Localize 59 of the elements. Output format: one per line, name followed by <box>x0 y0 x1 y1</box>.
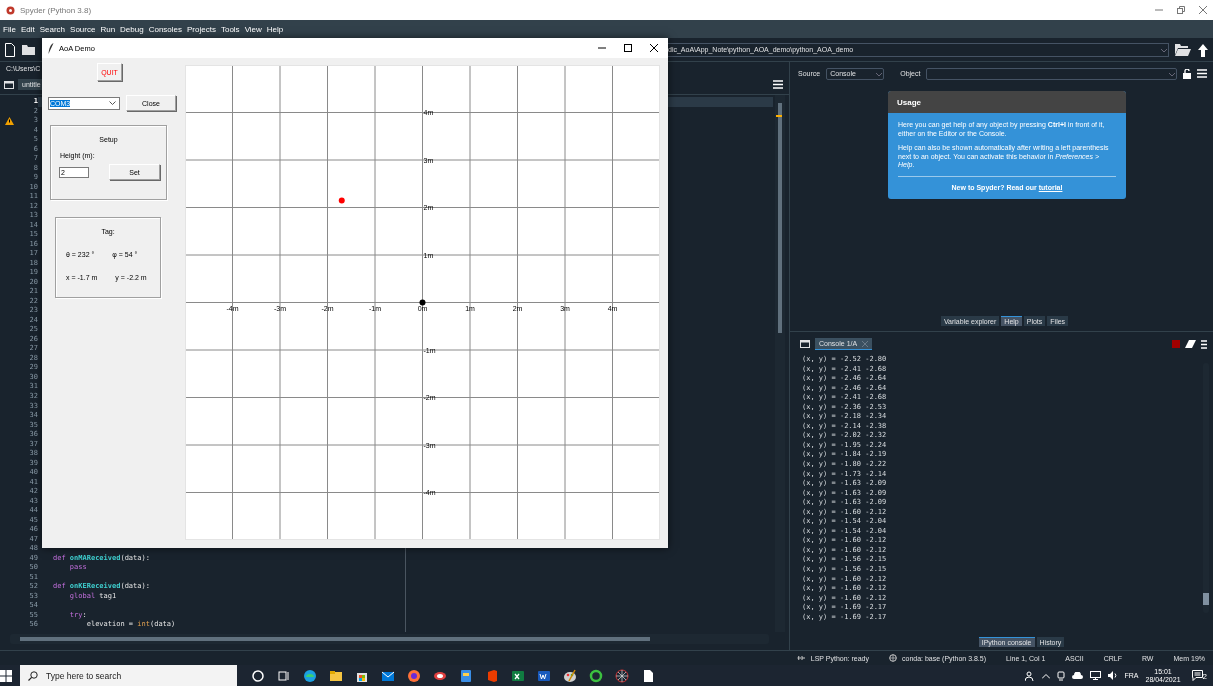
menu-item[interactable]: View <box>244 24 262 34</box>
menu-icon[interactable] <box>773 80 783 89</box>
eraser-icon[interactable] <box>1185 340 1196 348</box>
people-icon[interactable] <box>1024 670 1035 681</box>
globe-icon <box>889 654 897 662</box>
menu-item[interactable]: Search <box>39 24 66 34</box>
menu-item[interactable]: Debug <box>120 24 144 34</box>
search-icon <box>28 670 38 681</box>
menu-item[interactable]: File <box>3 24 16 34</box>
window-title: Spyder (Python 3.8) <box>20 5 93 15</box>
window-icon[interactable] <box>4 80 14 89</box>
spider-icon[interactable] <box>615 668 629 683</box>
speaker-icon[interactable] <box>1107 671 1118 680</box>
restore-icon[interactable] <box>1177 6 1185 14</box>
window-icon[interactable] <box>800 340 810 348</box>
ring-icon[interactable] <box>589 668 603 683</box>
menu-item[interactable]: Run <box>100 24 116 34</box>
scrollbar[interactable] <box>10 634 769 644</box>
spyder-logo-icon <box>6 5 15 15</box>
menu-item[interactable]: Projects <box>187 24 216 34</box>
caret-up-icon[interactable] <box>1041 672 1050 679</box>
plug-icon <box>796 654 806 662</box>
file-icon[interactable] <box>641 668 655 683</box>
document-icon[interactable] <box>537 668 551 683</box>
browser-icon[interactable] <box>303 668 317 683</box>
task-view-icon[interactable] <box>277 668 291 683</box>
minimize-icon[interactable] <box>598 44 606 52</box>
menu-item[interactable]: Edit <box>20 24 35 34</box>
caret-icon <box>109 100 116 106</box>
scrollbar[interactable] <box>1203 363 1209 613</box>
lock-icon[interactable] <box>1183 68 1191 79</box>
menu-item[interactable]: Tools <box>220 24 240 34</box>
menu-item[interactable]: Consoles <box>148 24 183 34</box>
up-arrow-icon[interactable] <box>1197 42 1209 57</box>
scrollbar[interactable] <box>775 95 785 632</box>
card-title: Usage <box>888 91 1126 113</box>
menu-icon[interactable] <box>1201 339 1207 349</box>
palette-icon[interactable] <box>563 668 577 683</box>
windows-start-icon[interactable] <box>0 669 12 682</box>
folder-icon[interactable] <box>22 43 36 56</box>
notification-count: 2 <box>1202 673 1207 681</box>
feather-icon <box>48 42 54 54</box>
spreadsheet-icon[interactable] <box>511 668 525 683</box>
cloud-icon[interactable] <box>1071 672 1083 679</box>
search-circle-icon[interactable] <box>251 668 265 683</box>
menu-icon[interactable] <box>1197 69 1207 78</box>
office-icon[interactable] <box>485 668 499 683</box>
new-file-icon[interactable] <box>4 42 16 57</box>
notification-icon[interactable] <box>1191 670 1203 681</box>
search-field[interactable]: Type here to search <box>20 665 237 686</box>
folder-open-icon[interactable] <box>1175 43 1191 56</box>
browser-icon[interactable] <box>407 668 421 683</box>
folder-icon[interactable] <box>329 668 343 683</box>
close-icon[interactable] <box>650 44 658 52</box>
menu-item[interactable]: Source <box>70 24 96 34</box>
menu-item[interactable]: Help <box>266 24 284 34</box>
network-icon[interactable] <box>1089 671 1101 680</box>
maximize-icon[interactable] <box>624 44 632 52</box>
app-icon[interactable] <box>459 668 473 683</box>
